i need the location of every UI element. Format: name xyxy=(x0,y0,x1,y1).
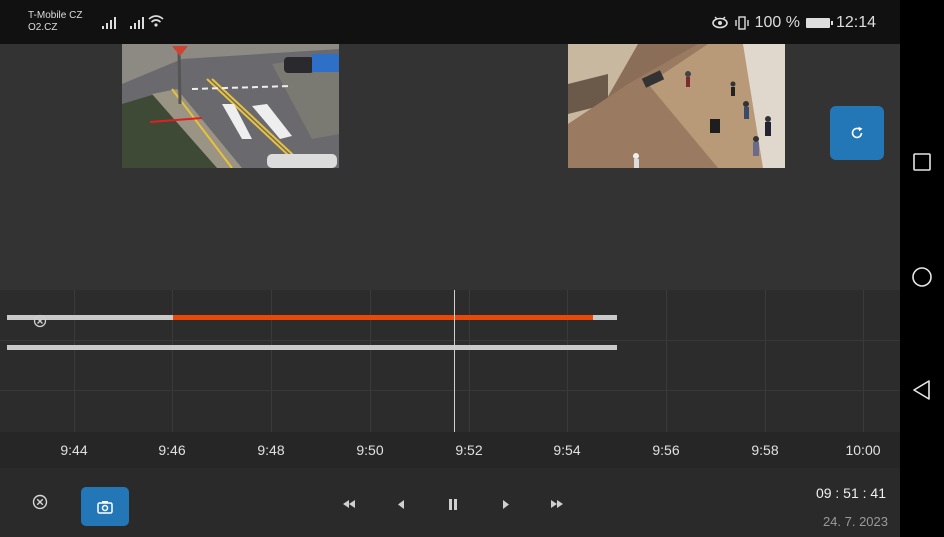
refresh-button[interactable] xyxy=(830,106,884,160)
vibrate-icon xyxy=(734,16,749,30)
current-date: 24. 7. 2023 xyxy=(822,514,888,529)
eye-icon xyxy=(711,16,728,29)
playhead-line[interactable] xyxy=(454,290,455,432)
recorded-segment[interactable] xyxy=(173,315,593,320)
fast-rewind-icon xyxy=(343,500,355,508)
carrier-name-2: O2.CZ xyxy=(28,22,58,33)
camera-view-street[interactable] xyxy=(568,44,785,168)
tick-label: 9:52 xyxy=(455,442,483,458)
battery-percent: 100 % xyxy=(754,14,800,31)
tick-label: 9:50 xyxy=(356,442,384,458)
step-forward-icon xyxy=(503,499,509,509)
tick-label: 9:46 xyxy=(158,442,186,458)
fast-forward-button[interactable] xyxy=(544,495,570,513)
home-button[interactable] xyxy=(910,265,934,289)
camera-view-road[interactable] xyxy=(122,44,339,168)
square-recents-icon xyxy=(913,153,931,171)
fast-forward-icon xyxy=(551,500,563,508)
battery-icon xyxy=(805,18,833,28)
close-circle-icon[interactable] xyxy=(30,492,50,512)
triangle-back-icon xyxy=(913,380,930,400)
tick-label: 9:56 xyxy=(652,442,680,458)
timeline-track-2[interactable] xyxy=(7,345,617,350)
wifi-icon xyxy=(148,15,164,27)
fast-rewind-button[interactable] xyxy=(336,495,362,513)
tick-label: 9:48 xyxy=(257,442,285,458)
status-bar: T-Mobile CZ O2.CZ 100 % 12:14 xyxy=(0,0,900,44)
current-time: 09 : 51 : 41 xyxy=(815,485,886,501)
camera-icon xyxy=(97,500,113,514)
step-back-button[interactable] xyxy=(388,495,414,513)
carrier-name-1: T-Mobile CZ xyxy=(28,10,83,21)
step-forward-button[interactable] xyxy=(493,495,519,513)
circle-home-icon xyxy=(912,267,932,287)
time-axis: 9:44 9:46 9:48 9:50 9:52 9:54 9:56 9:58 … xyxy=(0,432,900,468)
tick-label: 10:00 xyxy=(845,442,881,458)
signal-icon xyxy=(130,15,144,29)
video-area xyxy=(0,44,900,290)
tick-label: 9:58 xyxy=(751,442,779,458)
recents-button[interactable] xyxy=(910,150,934,174)
back-button[interactable] xyxy=(910,378,934,402)
android-nav-bar xyxy=(900,0,944,537)
track-close-icon[interactable] xyxy=(33,314,47,328)
signal-icon xyxy=(102,15,116,29)
snapshot-button[interactable] xyxy=(81,487,129,526)
pause-button[interactable] xyxy=(440,495,466,513)
tick-label: 9:54 xyxy=(553,442,581,458)
tick-label: 9:44 xyxy=(60,442,88,458)
timeline[interactable] xyxy=(0,290,900,432)
pause-icon xyxy=(449,498,457,510)
playback-controls: 09 : 51 : 41 24. 7. 2023 xyxy=(0,468,900,537)
step-back-icon xyxy=(398,499,404,509)
refresh-icon xyxy=(851,126,863,139)
status-clock: 12:14 xyxy=(835,14,876,31)
